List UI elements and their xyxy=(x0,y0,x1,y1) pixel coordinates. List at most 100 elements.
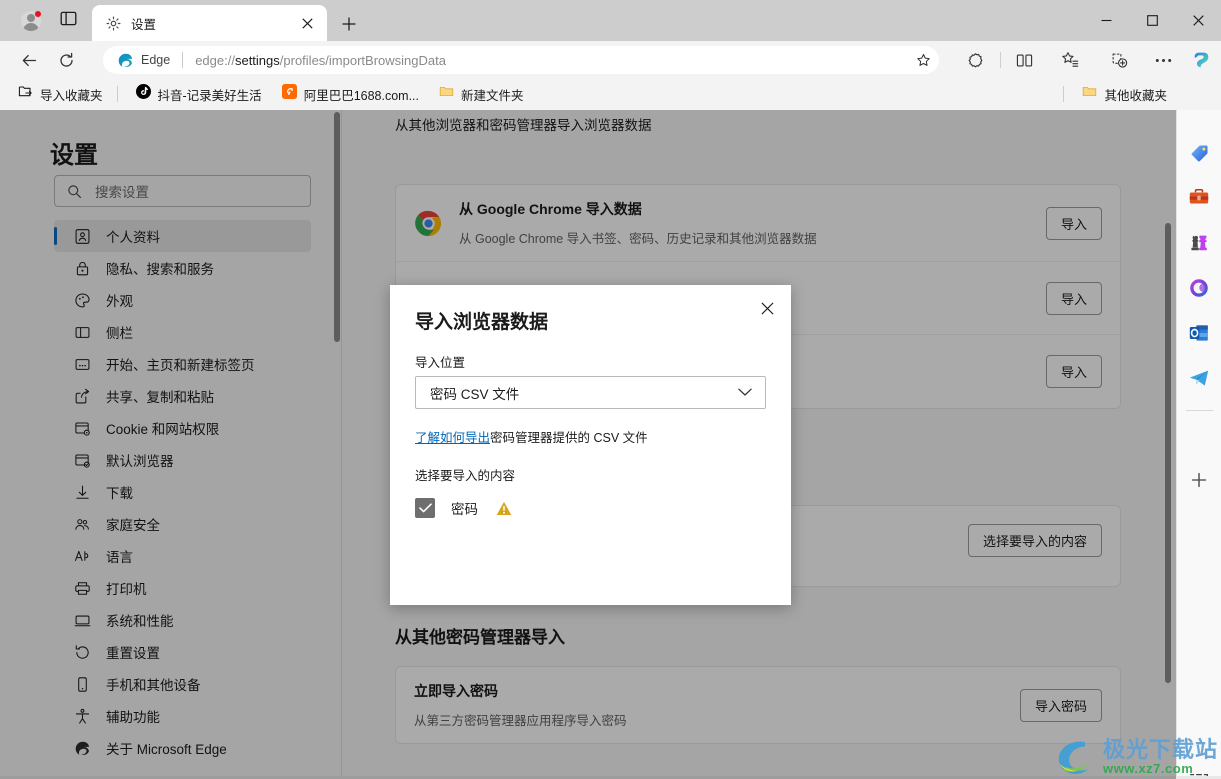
sidebar-item-privacy[interactable]: 隐私、搜索和服务 xyxy=(54,252,311,284)
outlook-icon[interactable] xyxy=(1184,318,1214,348)
import-passwords-button[interactable]: 导入密码 xyxy=(1019,688,1102,722)
sidebar-item-label: 侧栏 xyxy=(106,326,133,341)
palette-icon xyxy=(72,290,92,310)
sidebar-item-default-browser[interactable]: 默认浏览器 xyxy=(54,444,311,476)
section-subtitle: 从其他浏览器和密码管理器导入浏览器数据 xyxy=(395,118,652,133)
tab-actions-button[interactable] xyxy=(52,8,84,34)
vertical-tabs-icon xyxy=(60,10,77,32)
bookmarks-right-group: 其他收藏夹 xyxy=(1057,82,1175,106)
new-tab-button[interactable] xyxy=(336,11,362,37)
sidebar-item-label: 隐私、搜索和服务 xyxy=(106,262,214,277)
more-button[interactable] xyxy=(1148,45,1178,75)
alibaba-icon xyxy=(281,84,297,104)
sidebar-scrollbar[interactable] xyxy=(334,112,340,342)
sidebar-item-phone-devices[interactable]: 手机和其他设备 xyxy=(54,668,311,700)
search-placeholder: 搜索设置 xyxy=(95,185,149,200)
learn-how-to-export-link[interactable]: 了解如何导出 xyxy=(415,431,490,445)
minimize-icon[interactable] xyxy=(1083,0,1129,41)
password-import-card: 立即导入密码 从第三方密码管理器应用程序导入密码 导入密码 xyxy=(395,666,1121,744)
search-input[interactable]: 搜索设置 xyxy=(54,175,311,207)
passwords-checkbox[interactable] xyxy=(415,498,435,518)
add-sidebar-app-button[interactable] xyxy=(1184,465,1214,495)
warning-icon xyxy=(496,501,512,516)
sidebar-item-appearance[interactable]: 外观 xyxy=(54,284,311,316)
copilot-button[interactable] xyxy=(1186,45,1216,75)
toolbox-icon[interactable] xyxy=(1184,183,1214,213)
sidebar-icon xyxy=(72,322,92,342)
learn-rest-text: 密码管理器提供的 CSV 文件 xyxy=(490,431,648,445)
back-button[interactable] xyxy=(14,45,44,75)
sidebar-item-start-home-newtab[interactable]: 开始、主页和新建标签页 xyxy=(54,348,311,380)
table-row: 立即导入密码 从第三方密码管理器应用程序导入密码 导入密码 xyxy=(396,667,1120,743)
sidebar-item-downloads[interactable]: 下载 xyxy=(54,476,311,508)
sidebar-item-cookies[interactable]: Cookie 和网站权限 xyxy=(54,412,311,444)
tag-icon[interactable] xyxy=(1184,138,1214,168)
sidebar-item-sidebar[interactable]: 侧栏 xyxy=(54,316,311,348)
bookmark-alibaba[interactable]: 阿里巴巴1688.com... xyxy=(274,82,427,106)
omnibox-url: edge://settings/profiles/importBrowsingD… xyxy=(195,52,446,68)
split-screen-button[interactable] xyxy=(1009,45,1039,75)
dialog-close-icon[interactable] xyxy=(753,294,781,322)
bookmark-douyin[interactable]: 抖音-记录美好生活 xyxy=(128,82,270,106)
sidebar-divider xyxy=(1186,410,1213,411)
tab-title: 设置 xyxy=(131,17,157,32)
sidebar-item-family-safety[interactable]: 家庭安全 xyxy=(54,508,311,540)
import-source-value: 密码 CSV 文件 xyxy=(430,386,520,402)
sidebar-item-profile[interactable]: 个人资料 xyxy=(54,220,311,252)
sidebar-item-label: 语言 xyxy=(106,550,133,565)
games-icon[interactable] xyxy=(1184,228,1214,258)
profile-button[interactable] xyxy=(14,8,48,34)
sidebar-item-label: 手机和其他设备 xyxy=(106,678,201,693)
sidebar-item-accessibility[interactable]: 辅助功能 xyxy=(54,700,311,732)
chrome-icon xyxy=(414,209,442,237)
chevron-down-icon xyxy=(738,388,752,397)
dialog-source-label: 导入位置 xyxy=(415,356,466,370)
favorites-button[interactable] xyxy=(1055,45,1085,75)
sidebar-item-about-edge[interactable]: 关于 Microsoft Edge xyxy=(54,732,311,764)
main-scrollbar[interactable] xyxy=(1165,223,1171,683)
window-close-icon[interactable] xyxy=(1175,0,1221,41)
close-icon[interactable] xyxy=(295,11,319,35)
language-icon xyxy=(72,546,92,566)
bookmark-new-folder[interactable]: 新建文件夹 xyxy=(431,82,532,106)
telegram-icon[interactable] xyxy=(1184,363,1214,393)
sidebar-item-reset-settings[interactable]: 重置设置 xyxy=(54,636,311,668)
import-source-select[interactable]: 密码 CSV 文件 xyxy=(415,376,766,409)
microsoft365-icon[interactable] xyxy=(1184,273,1214,303)
row-content: 从 Google Chrome 导入数据 从 Google Chrome 导入书… xyxy=(459,199,1046,247)
sidebar-item-label: 默认浏览器 xyxy=(106,454,174,469)
address-bar[interactable]: Edge edge://settings/profiles/importBrow… xyxy=(103,46,939,74)
dialog-checkbox-row: 密码 xyxy=(415,498,512,518)
sidebar-item-label: 下载 xyxy=(106,486,133,501)
sidebar-item-printers[interactable]: 打印机 xyxy=(54,572,311,604)
bookmark-import-favorites[interactable]: 导入收藏夹 xyxy=(10,82,111,106)
omnibox-divider xyxy=(182,52,184,68)
browser-window: 设置 Edge edge://settings/profiles/importB… xyxy=(0,0,1221,779)
bookmark-label: 新建文件夹 xyxy=(461,88,524,103)
browser-essentials-button[interactable] xyxy=(1104,45,1134,75)
settings-nav-list: 个人资料 隐私、搜索和服务 外观 侧栏 开始、主页和新建标签页 共享、复制和粘贴… xyxy=(54,220,311,764)
maximize-icon[interactable] xyxy=(1129,0,1175,41)
import-button[interactable]: 导入 xyxy=(1045,355,1102,388)
lock-icon xyxy=(72,258,92,278)
avatar xyxy=(21,10,42,31)
sidebar-item-languages[interactable]: 语言 xyxy=(54,540,311,572)
import-button[interactable]: 导入 xyxy=(1045,281,1102,315)
settings-sidebar: 设置 搜索设置 个人资料 隐私、搜索和服务 外观 侧栏 开始、主页和新建标签页 … xyxy=(0,110,342,779)
sidebar-item-label: 重置设置 xyxy=(106,646,160,661)
sidebar-item-share-copy-paste[interactable]: 共享、复制和粘贴 xyxy=(54,380,311,412)
bookmarks-divider xyxy=(116,86,118,102)
row-title: 从 Google Chrome 导入数据 xyxy=(459,201,642,217)
sidebar-item-system-performance[interactable]: 系统和性能 xyxy=(54,604,311,636)
refresh-button[interactable] xyxy=(51,45,81,75)
bookmark-other-favorites[interactable]: 其他收藏夹 xyxy=(1074,82,1175,106)
add-favorite-icon[interactable] xyxy=(911,48,935,72)
tab-settings[interactable]: 设置 xyxy=(92,5,327,41)
import-button[interactable]: 导入 xyxy=(1045,206,1102,240)
notification-dot xyxy=(34,10,42,18)
choose-import-content-button[interactable]: 选择要导入的内容 xyxy=(967,524,1102,557)
collections-button[interactable] xyxy=(960,45,990,75)
home-icon xyxy=(72,354,92,374)
page-title: 设置 xyxy=(50,142,98,169)
row-content: 立即导入密码 从第三方密码管理器应用程序导入密码 xyxy=(414,681,1020,729)
